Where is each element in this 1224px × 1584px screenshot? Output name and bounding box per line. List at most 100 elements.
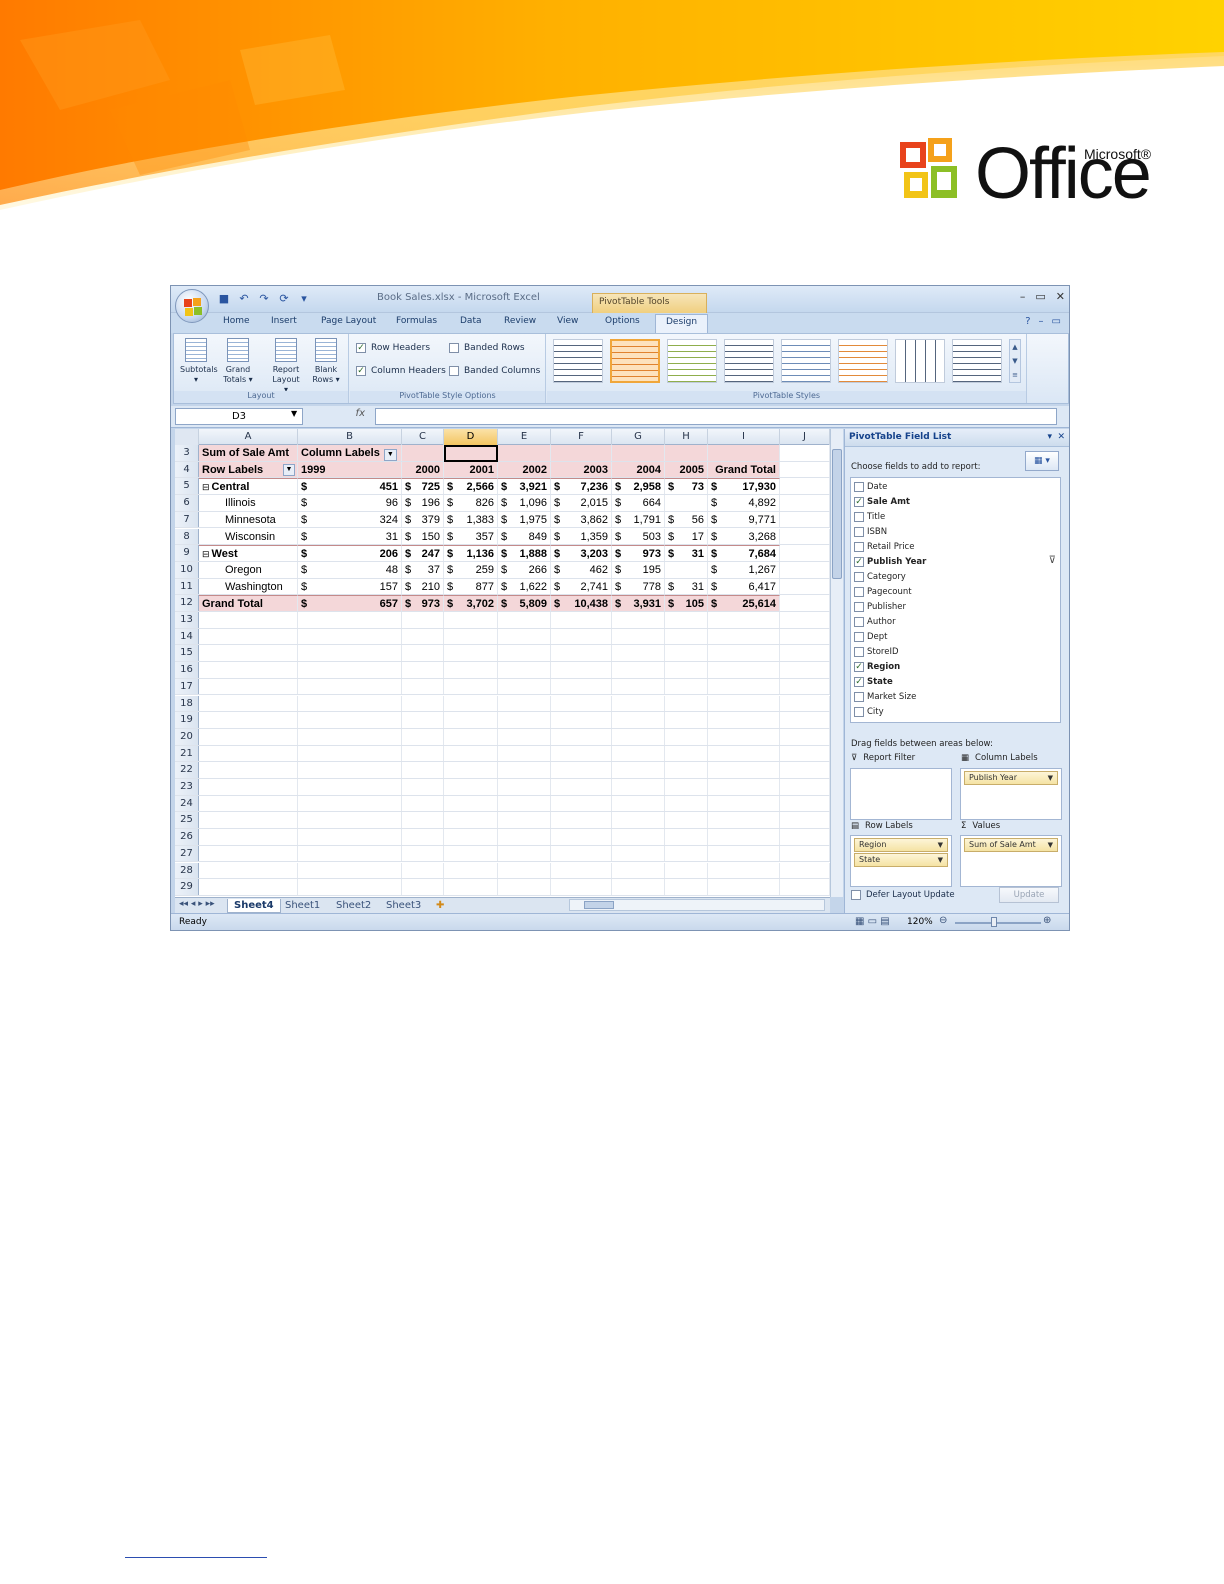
cell[interactable]: $3,203 (551, 545, 612, 561)
cell[interactable] (551, 712, 612, 728)
help-icon[interactable]: ? (1025, 316, 1030, 327)
cell[interactable] (402, 445, 444, 461)
cell[interactable]: $96 (298, 495, 402, 511)
update-button[interactable]: Update (999, 887, 1059, 903)
cell[interactable] (444, 795, 498, 812)
select-all-corner[interactable] (175, 429, 199, 445)
cell[interactable] (665, 845, 708, 862)
cell[interactable] (612, 795, 665, 812)
cell[interactable] (612, 829, 665, 845)
cell[interactable] (612, 745, 665, 762)
cell[interactable] (665, 862, 708, 879)
cell[interactable] (199, 745, 298, 762)
row-header[interactable]: 21 (175, 745, 199, 762)
pivot-style-swatch[interactable] (952, 339, 1002, 383)
field-checkbox[interactable] (854, 707, 864, 717)
cell[interactable] (498, 812, 551, 829)
cell[interactable]: 1999 (298, 461, 402, 478)
cell[interactable] (199, 862, 298, 879)
cell[interactable]: $1,622 (498, 578, 551, 595)
field-item[interactable]: StoreID (854, 645, 899, 659)
cell[interactable] (612, 678, 665, 695)
cell[interactable] (612, 762, 665, 778)
cell[interactable] (551, 879, 612, 895)
collapse-toggle-icon[interactable]: ⊟ (202, 482, 210, 492)
cell[interactable] (612, 879, 665, 895)
row-headers-checkbox[interactable]: ✓ Row Headers (356, 343, 430, 353)
cell[interactable] (551, 695, 612, 712)
cell[interactable]: $1,359 (551, 528, 612, 545)
cell[interactable] (402, 779, 444, 795)
cell[interactable] (298, 712, 402, 728)
cell[interactable] (298, 779, 402, 795)
cell[interactable]: $17 (665, 528, 708, 545)
cell[interactable] (298, 762, 402, 778)
cell[interactable] (298, 662, 402, 678)
tab-design[interactable]: Design (655, 314, 709, 333)
row-header[interactable]: 9 (175, 545, 199, 561)
column-field-publish-year[interactable]: Publish Year ▼ (964, 771, 1058, 785)
field-item[interactable]: Pagecount (854, 585, 912, 599)
cell[interactable]: ⊟ Central (199, 478, 298, 495)
cell[interactable]: $6,417 (708, 578, 780, 595)
cell[interactable] (199, 728, 298, 745)
horizontal-scroll-thumb[interactable] (584, 901, 614, 909)
cell[interactable] (444, 879, 498, 895)
cell[interactable] (199, 795, 298, 812)
row-labels-area[interactable]: Region ▼ State ▼ (850, 835, 952, 887)
cell[interactable]: $9,771 (708, 511, 780, 528)
cell[interactable] (780, 879, 830, 895)
insert-sheet-icon[interactable]: ✚ (430, 899, 450, 913)
chip-dropdown-icon[interactable]: ▼ (938, 839, 943, 851)
cell[interactable] (665, 879, 708, 895)
field-item[interactable]: ✓ State (854, 675, 893, 689)
worksheet-grid[interactable]: A B C D E F G H I J 3 Sum of Sale Amt Colu… (175, 429, 830, 897)
cell[interactable] (551, 728, 612, 745)
cell[interactable] (708, 612, 780, 628)
cell[interactable] (298, 795, 402, 812)
subtotals-button[interactable]: Subtotals ▾ (180, 338, 218, 385)
cell[interactable] (665, 628, 708, 645)
sheet-tab-sheet4[interactable]: Sheet4 (227, 899, 281, 913)
cell[interactable]: $973 (612, 545, 665, 561)
cell[interactable]: $462 (551, 561, 612, 578)
cell[interactable] (199, 845, 298, 862)
cell[interactable] (444, 678, 498, 695)
row-field-state[interactable]: State ▼ (854, 853, 948, 867)
cell[interactable]: $25,614 (708, 595, 780, 611)
cell[interactable] (402, 712, 444, 728)
cell[interactable] (402, 862, 444, 879)
row-header[interactable]: 17 (175, 678, 199, 695)
row-header[interactable]: 23 (175, 779, 199, 795)
cell[interactable] (444, 779, 498, 795)
cell[interactable] (402, 795, 444, 812)
insert-function-button[interactable]: fx (311, 408, 371, 425)
report-layout-button[interactable]: Report Layout ▾ (270, 338, 302, 395)
cell[interactable] (444, 812, 498, 829)
pivot-style-swatch[interactable] (724, 339, 774, 383)
cell[interactable]: $2,566 (444, 478, 498, 495)
cell[interactable]: $379 (402, 511, 444, 528)
field-item[interactable]: City (854, 705, 884, 719)
cell[interactable]: $3,702 (444, 595, 498, 611)
cell[interactable] (665, 745, 708, 762)
zoom-slider[interactable] (955, 922, 1041, 924)
zoom-level[interactable]: 120% (907, 917, 933, 927)
cell[interactable] (665, 662, 708, 678)
cell[interactable] (780, 762, 830, 778)
cell[interactable]: $3,931 (612, 595, 665, 611)
cell[interactable] (402, 845, 444, 862)
cell[interactable] (298, 628, 402, 645)
field-item[interactable]: Retail Price (854, 540, 914, 554)
cell[interactable] (551, 612, 612, 628)
ribbon-minimize-icon[interactable]: – (1039, 316, 1044, 327)
pane-close-icon[interactable]: ✕ (1057, 432, 1065, 442)
cell[interactable] (498, 712, 551, 728)
cell[interactable] (298, 879, 402, 895)
field-checkbox[interactable] (854, 602, 864, 612)
value-field-sum-sale-amt[interactable]: Sum of Sale Amt ▼ (964, 838, 1058, 852)
cell[interactable] (444, 662, 498, 678)
cell[interactable] (298, 829, 402, 845)
cell[interactable] (498, 879, 551, 895)
cell[interactable] (199, 662, 298, 678)
